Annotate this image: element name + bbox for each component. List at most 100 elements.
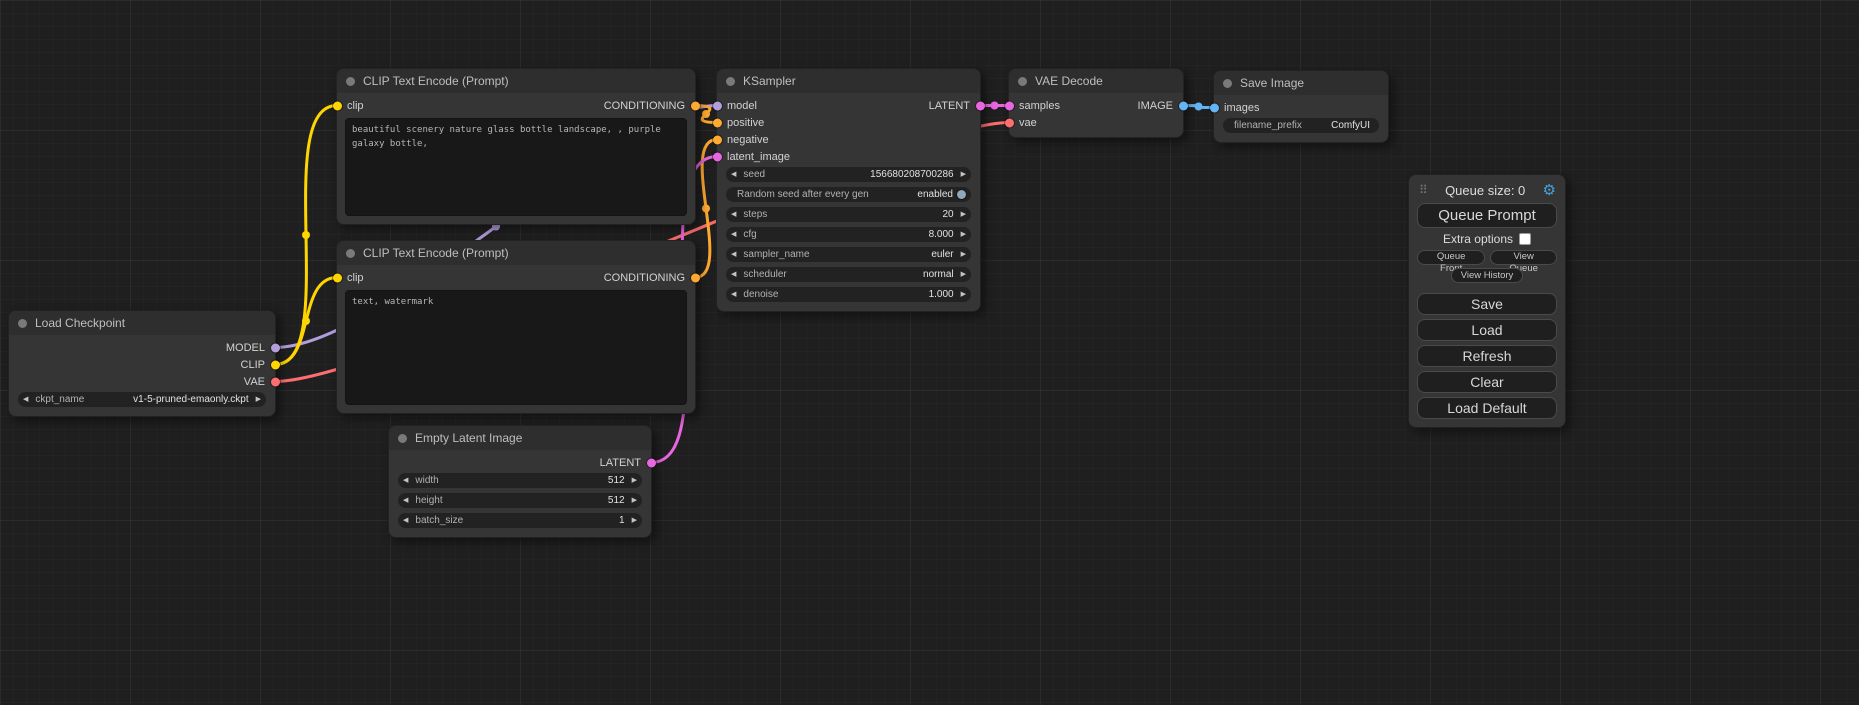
collapse-toggle-icon[interactable] [346, 249, 355, 258]
load-default-button[interactable]: Load Default [1417, 397, 1557, 419]
increment-arrow-icon[interactable]: ▶ [632, 513, 637, 528]
input-dot-samples[interactable] [1005, 101, 1014, 110]
widget-name: cfg [743, 229, 756, 240]
widget-filename-prefix[interactable]: filename_prefix ComfyUI [1223, 118, 1379, 133]
widget-width[interactable]: ◀ width 512 ▶ [398, 473, 642, 488]
clear-button[interactable]: Clear [1417, 371, 1557, 393]
decrement-arrow-icon[interactable]: ◀ [731, 167, 736, 182]
increment-arrow-icon[interactable]: ▶ [961, 167, 966, 182]
widget-ckpt-name[interactable]: ◀ ckpt_name v1-5-pruned-emaonly.ckpt ▶ [18, 392, 266, 407]
slot-label: samples [1019, 100, 1060, 112]
increment-arrow-icon[interactable]: ▶ [632, 473, 637, 488]
widget-sampler-name[interactable]: ◀ sampler_name euler ▶ [726, 247, 971, 262]
widget-value: 8.000 [929, 229, 954, 240]
toggle-knob[interactable] [957, 190, 966, 199]
view-queue-button[interactable]: View Queue [1490, 250, 1557, 265]
prev-arrow-icon[interactable]: ◀ [731, 267, 736, 282]
output-dot-latent[interactable] [647, 458, 656, 467]
input-dot-latent-image[interactable] [713, 152, 722, 161]
node-vae-decode[interactable]: VAE Decode samples IMAGE vae [1008, 68, 1184, 138]
collapse-toggle-icon[interactable] [1223, 79, 1232, 88]
node-graph-canvas[interactable]: Load Checkpoint MODEL CLIP VAE ◀ ckpt_na… [0, 0, 1859, 705]
collapse-toggle-icon[interactable] [1018, 77, 1027, 86]
increment-arrow-icon[interactable]: ▶ [961, 227, 966, 242]
output-dot-image[interactable] [1179, 101, 1188, 110]
collapse-toggle-icon[interactable] [398, 434, 407, 443]
widget-value: euler [931, 249, 953, 260]
collapse-toggle-icon[interactable] [726, 77, 735, 86]
output-dot-clip[interactable] [271, 360, 280, 369]
output-dot-vae[interactable] [271, 377, 280, 386]
drag-handle-icon[interactable]: ⠿ [1419, 183, 1428, 197]
node-title-bar[interactable]: Load Checkpoint [9, 311, 275, 335]
input-dot-vae[interactable] [1005, 118, 1014, 127]
link-midpoint-dot [991, 102, 999, 110]
input-dot-positive[interactable] [713, 118, 722, 127]
extra-options-checkbox[interactable] [1519, 233, 1531, 245]
widget-name: steps [743, 209, 767, 220]
widget-scheduler[interactable]: ◀ scheduler normal ▶ [726, 267, 971, 282]
decrement-arrow-icon[interactable]: ◀ [403, 493, 408, 508]
input-slot-images: images [1214, 99, 1388, 116]
node-clip-text-encode-negative[interactable]: CLIP Text Encode (Prompt) clip CONDITION… [336, 240, 696, 414]
queue-prompt-button[interactable]: Queue Prompt [1417, 203, 1557, 228]
node-title-bar[interactable]: CLIP Text Encode (Prompt) [337, 241, 695, 265]
widget-value: 512 [608, 495, 625, 506]
node-ksampler[interactable]: KSampler model LATENT positive negative … [716, 68, 981, 312]
decrement-arrow-icon[interactable]: ◀ [731, 287, 736, 302]
collapse-toggle-icon[interactable] [18, 319, 27, 328]
widget-batch-size[interactable]: ◀ batch_size 1 ▶ [398, 513, 642, 528]
next-arrow-icon[interactable]: ▶ [256, 392, 261, 407]
prev-arrow-icon[interactable]: ◀ [731, 247, 736, 262]
node-title-bar[interactable]: KSampler [717, 69, 980, 93]
node-title-bar[interactable]: Empty Latent Image [389, 426, 651, 450]
decrement-arrow-icon[interactable]: ◀ [731, 227, 736, 242]
widget-denoise[interactable]: ◀ denoise 1.000 ▶ [726, 287, 971, 302]
save-button[interactable]: Save [1417, 293, 1557, 315]
increment-arrow-icon[interactable]: ▶ [632, 493, 637, 508]
widget-value: ComfyUI [1331, 120, 1370, 131]
next-arrow-icon[interactable]: ▶ [961, 247, 966, 262]
output-dot-conditioning[interactable] [691, 273, 700, 282]
increment-arrow-icon[interactable]: ▶ [961, 287, 966, 302]
decrement-arrow-icon[interactable]: ◀ [403, 513, 408, 528]
prev-arrow-icon[interactable]: ◀ [23, 392, 28, 407]
slot-label: MODEL [226, 342, 265, 354]
decrement-arrow-icon[interactable]: ◀ [731, 207, 736, 222]
node-title-bar[interactable]: CLIP Text Encode (Prompt) [337, 69, 695, 93]
output-dot-conditioning[interactable] [691, 101, 700, 110]
node-save-image[interactable]: Save Image images filename_prefix ComfyU… [1213, 70, 1389, 143]
node-load-checkpoint[interactable]: Load Checkpoint MODEL CLIP VAE ◀ ckpt_na… [8, 310, 276, 417]
node-clip-text-encode-positive[interactable]: CLIP Text Encode (Prompt) clip CONDITION… [336, 68, 696, 225]
input-dot-clip[interactable] [333, 101, 342, 110]
positive-prompt-textarea[interactable]: beautiful scenery nature glass bottle la… [345, 118, 687, 216]
widget-name: width [415, 475, 438, 486]
node-title-bar[interactable]: VAE Decode [1009, 69, 1183, 93]
input-dot-images[interactable] [1210, 103, 1219, 112]
collapse-toggle-icon[interactable] [346, 77, 355, 86]
settings-gear-icon[interactable]: ⚙ [1543, 181, 1556, 199]
negative-prompt-textarea[interactable]: text, watermark [345, 290, 687, 405]
input-dot-clip[interactable] [333, 273, 342, 282]
decrement-arrow-icon[interactable]: ◀ [403, 473, 408, 488]
output-dot-latent[interactable] [976, 101, 985, 110]
input-dot-model[interactable] [713, 101, 722, 110]
load-button[interactable]: Load [1417, 319, 1557, 341]
widget-height[interactable]: ◀ height 512 ▶ [398, 493, 642, 508]
increment-arrow-icon[interactable]: ▶ [961, 207, 966, 222]
widget-steps[interactable]: ◀ steps 20 ▶ [726, 207, 971, 222]
node-title-bar[interactable]: Save Image [1214, 71, 1388, 95]
widget-random-seed-toggle[interactable]: Random seed after every gen enabled [726, 187, 971, 202]
widget-cfg[interactable]: ◀ cfg 8.000 ▶ [726, 227, 971, 242]
widget-name: seed [743, 169, 765, 180]
node-empty-latent-image[interactable]: Empty Latent Image LATENT ◀ width 512 ▶ … [388, 425, 652, 538]
view-history-button[interactable]: View History [1451, 268, 1524, 283]
output-dot-model[interactable] [271, 343, 280, 352]
queue-front-button[interactable]: Queue Front [1417, 250, 1485, 265]
input-dot-negative[interactable] [713, 135, 722, 144]
next-arrow-icon[interactable]: ▶ [961, 267, 966, 282]
widget-value: enabled [917, 189, 953, 200]
link-midpoint-dot [702, 110, 710, 118]
widget-seed[interactable]: ◀ seed 156680208700286 ▶ [726, 167, 971, 182]
refresh-button[interactable]: Refresh [1417, 345, 1557, 367]
